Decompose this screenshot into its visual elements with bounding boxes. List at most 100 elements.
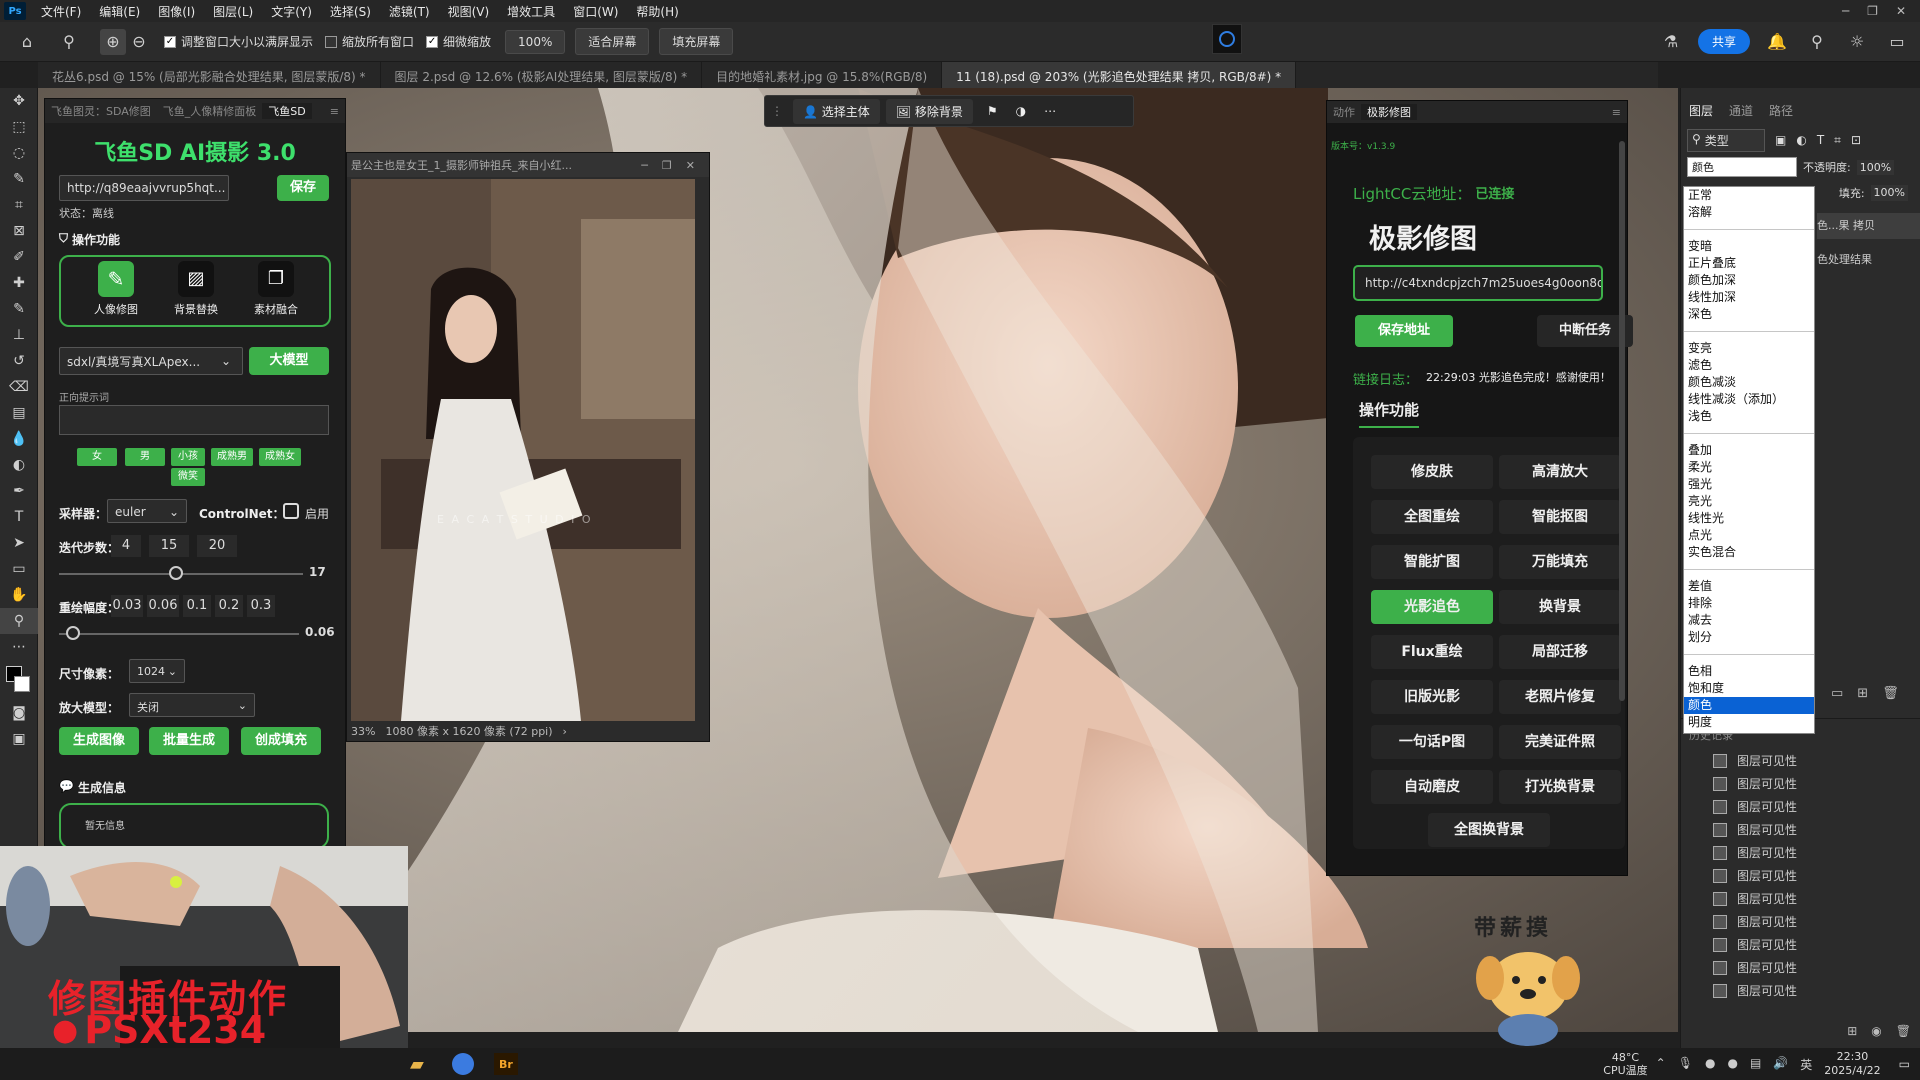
path-select-icon[interactable]: ➤	[0, 530, 38, 556]
denoise-slider-thumb[interactable]	[66, 626, 81, 640]
history-item[interactable]: 图层可见性	[1681, 864, 1920, 887]
smart-cutout-button[interactable]: 智能抠图	[1499, 500, 1621, 534]
text-tool-icon[interactable]: T	[0, 504, 38, 530]
photoshop-logo-icon[interactable]: Ps	[4, 2, 26, 20]
tab-channels[interactable]: 通道	[1729, 102, 1753, 119]
layer-filter-select[interactable]: ⚲ 类型	[1687, 128, 1765, 152]
history-item[interactable]: 图层可见性	[1681, 910, 1920, 933]
blend-mode-option[interactable]: 实色混合	[1684, 544, 1814, 561]
flux-redraw-button[interactable]: Flux重绘	[1371, 635, 1493, 669]
close-icon[interactable]: ✕	[686, 159, 695, 172]
flag-icon[interactable]: ⚑	[987, 104, 998, 118]
camera-icon[interactable]: ◉	[1871, 1024, 1881, 1038]
id-photo-button[interactable]: 完美证件照	[1499, 725, 1621, 759]
rectangle-tool-icon[interactable]: ▭	[0, 556, 38, 582]
healing-brush-icon[interactable]: ✚	[0, 270, 38, 296]
crop-tool-icon[interactable]: ⌗	[0, 192, 38, 218]
panel-menu-icon[interactable]: ≡	[324, 105, 345, 118]
adjust-filter-icon[interactable]: ◐	[1796, 133, 1806, 147]
tab-actions[interactable]: 动作	[1327, 104, 1361, 120]
blend-mode-select[interactable]: 颜色	[1687, 157, 1797, 177]
more-options-icon[interactable]: ⋯	[1044, 104, 1056, 118]
zoom-tool-icon[interactable]: ⚲	[56, 29, 82, 55]
lasso-tool-icon[interactable]: ◌	[0, 140, 38, 166]
relight-background-button[interactable]: 打光换背景	[1499, 770, 1621, 804]
blend-mode-option[interactable]: 线性减淡（添加）	[1684, 391, 1814, 408]
move-tool-icon[interactable]: ✥	[0, 88, 38, 114]
blend-mode-option[interactable]: 变暗	[1684, 238, 1814, 255]
wechat-icon[interactable]: ●	[1727, 1056, 1737, 1073]
menu-select[interactable]: 选择(S)	[321, 3, 380, 20]
blend-mode-option[interactable]: 划分	[1684, 629, 1814, 646]
chevron-up-icon[interactable]: ⌃	[1656, 1056, 1666, 1073]
size-select[interactable]: 1024 ⌄	[129, 659, 185, 683]
generate-image-button[interactable]: 生成图像	[59, 727, 139, 755]
blend-mode-option[interactable]: 亮光	[1684, 493, 1814, 510]
chip-smile[interactable]: 微笑	[171, 468, 205, 486]
local-transfer-button[interactable]: 局部迁移	[1499, 635, 1621, 669]
history-item[interactable]: 图层可见性	[1681, 772, 1920, 795]
layer-row[interactable]: 色...果 拷贝	[1817, 213, 1920, 239]
fill-screen-button[interactable]: 填充屏幕	[659, 28, 734, 55]
history-brush-icon[interactable]: ↺	[0, 348, 38, 374]
chip-male[interactable]: 男	[125, 448, 165, 466]
big-model-button[interactable]: 大模型	[249, 347, 329, 375]
hand-tool-icon[interactable]: ✋	[0, 582, 38, 608]
upscale-select[interactable]: 关闭 ⌄	[129, 693, 255, 717]
network-icon[interactable]: ▤	[1750, 1056, 1761, 1073]
doc-tab[interactable]: 花丛6.psd @ 15% (局部光影融合处理结果, 图层蒙版/8) *	[38, 62, 381, 88]
smart-expand-button[interactable]: 智能扩图	[1371, 545, 1493, 579]
full-bg-replace-button[interactable]: 全图换背景	[1428, 813, 1550, 847]
eraser-icon[interactable]: ⌫	[0, 374, 38, 400]
blend-mode-option[interactable]: 强光	[1684, 476, 1814, 493]
steps-preset[interactable]: 20	[197, 535, 237, 557]
blend-mode-option[interactable]: 浅色	[1684, 408, 1814, 425]
zoom-in-icon[interactable]: ⊕	[100, 28, 126, 55]
tab-layers[interactable]: 图层	[1689, 102, 1713, 119]
blend-mode-option[interactable]: 叠加	[1684, 442, 1814, 459]
steps-slider-thumb[interactable]	[169, 566, 184, 580]
prompt-input[interactable]	[59, 405, 329, 435]
remove-background-button[interactable]: 🖼 移除背景	[885, 98, 973, 124]
steps-preset[interactable]: 15	[149, 535, 189, 557]
history-item[interactable]: 图层可见性	[1681, 749, 1920, 772]
dodge-tool-icon[interactable]: ◐	[0, 452, 38, 478]
menu-plugins[interactable]: 增效工具	[498, 3, 564, 20]
tab-feiyu-sda[interactable]: 飞鱼图灵：SDA修图	[45, 103, 157, 119]
denoise-preset[interactable]: 0.1	[183, 595, 211, 617]
volume-icon[interactable]: 🔊	[1773, 1056, 1788, 1073]
prompt-edit-button[interactable]: 一句话P图	[1371, 725, 1493, 759]
blend-mode-option[interactable]: 点光	[1684, 527, 1814, 544]
frame-tool-icon[interactable]: ⊠	[0, 218, 38, 244]
blend-mode-option[interactable]: 明度	[1684, 714, 1814, 731]
new-layer-icon[interactable]: ⊞	[1857, 686, 1868, 701]
blend-mode-option[interactable]: 深色	[1684, 306, 1814, 323]
fit-screen-button[interactable]: 适合屏幕	[575, 28, 650, 55]
share-button[interactable]: 共享	[1697, 29, 1750, 54]
light-color-match-button[interactable]: 光影追色	[1371, 590, 1493, 624]
denoise-preset[interactable]: 0.3	[247, 595, 275, 617]
pen-tool-icon[interactable]: ✒	[0, 478, 38, 504]
generative-fill-button[interactable]: 创成填充	[241, 727, 321, 755]
home-icon[interactable]: ⌂	[14, 29, 40, 55]
blend-mode-option[interactable]: 滤色	[1684, 357, 1814, 374]
blend-mode-option[interactable]: 正片叠底	[1684, 255, 1814, 272]
menu-file[interactable]: 文件(F)	[32, 3, 90, 20]
new-doc-icon[interactable]: ⊞	[1847, 1024, 1857, 1038]
menu-edit[interactable]: 编辑(E)	[90, 3, 149, 20]
full-redraw-button[interactable]: 全图重绘	[1371, 500, 1493, 534]
material-blend-button[interactable]: ❐ 素材融合	[241, 261, 311, 317]
jiying-scrollbar[interactable]	[1619, 141, 1625, 701]
zoom-all-checkbox[interactable]: 缩放所有窗口	[325, 33, 414, 50]
zoom-out-icon[interactable]: ⊖	[126, 29, 152, 55]
model-select[interactable]: sdxl/真境写真XLApex... ⌄	[59, 347, 243, 375]
mic-icon[interactable]: 🎙	[1678, 1056, 1693, 1073]
denoise-preset[interactable]: 0.2	[215, 595, 243, 617]
history-item[interactable]: 图层可见性	[1681, 933, 1920, 956]
restore-icon[interactable]: ❐	[1867, 4, 1878, 18]
sampler-select[interactable]: euler ⌄	[107, 499, 187, 523]
blend-mode-option[interactable]: 饱和度	[1684, 680, 1814, 697]
flask-icon[interactable]: ⚗	[1658, 29, 1684, 55]
hd-upscale-button[interactable]: 高清放大	[1499, 455, 1621, 489]
eyedropper-icon[interactable]: ✐	[0, 244, 38, 270]
